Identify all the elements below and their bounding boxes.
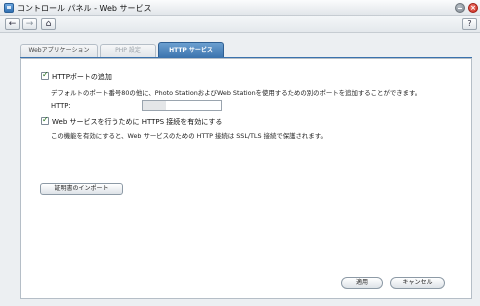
http-port-label: HTTP:: [51, 102, 71, 110]
tab-web-applications[interactable]: Webアプリケーション: [20, 44, 98, 57]
window-title: コントロール パネル - Web サービス: [17, 4, 152, 13]
home-button[interactable]: ⌂: [41, 18, 56, 30]
http-port-input-fill: [143, 101, 166, 110]
http-port-description: デフォルトのポート番号80の他に、Photo StationおよびWeb Sta…: [51, 89, 422, 97]
tab-http-service[interactable]: HTTP サービス: [158, 42, 224, 58]
close-button[interactable]: ×: [468, 3, 478, 13]
http-port-input[interactable]: [142, 100, 222, 111]
control-panel-icon: [4, 3, 14, 13]
settings-panel: Webアプリケーション PHP 設定 HTTP サービス HTTPポートの追加 …: [10, 42, 472, 299]
minimize-button[interactable]: [455, 3, 465, 13]
apply-button[interactable]: 適用: [341, 277, 383, 289]
back-button[interactable]: ←: [5, 18, 20, 30]
tab-php-settings[interactable]: PHP 設定: [100, 44, 156, 57]
https-checkbox[interactable]: [41, 115, 49, 125]
https-description: この機能を有効にすると、Web サービスのための HTTP 接続は SSL/TL…: [51, 132, 327, 140]
title-bar: コントロール パネル - Web サービス ×: [0, 0, 480, 16]
http-port-checkbox[interactable]: [41, 70, 49, 80]
http-port-checkbox-label: HTTPポートの追加: [52, 73, 112, 81]
cancel-button[interactable]: キャンセル: [390, 277, 445, 289]
https-checkbox-label: Web サービスを行うために HTTPS 接続を有効にする: [52, 118, 223, 126]
forward-button[interactable]: →: [22, 18, 37, 30]
help-button[interactable]: ?: [462, 18, 477, 30]
import-certificate-button[interactable]: 証明書のインポート: [40, 183, 123, 195]
toolbar: ← → ⌂ ?: [0, 16, 480, 33]
tab-content: HTTPポートの追加 デフォルトのポート番号80の他に、Photo Statio…: [20, 58, 472, 299]
